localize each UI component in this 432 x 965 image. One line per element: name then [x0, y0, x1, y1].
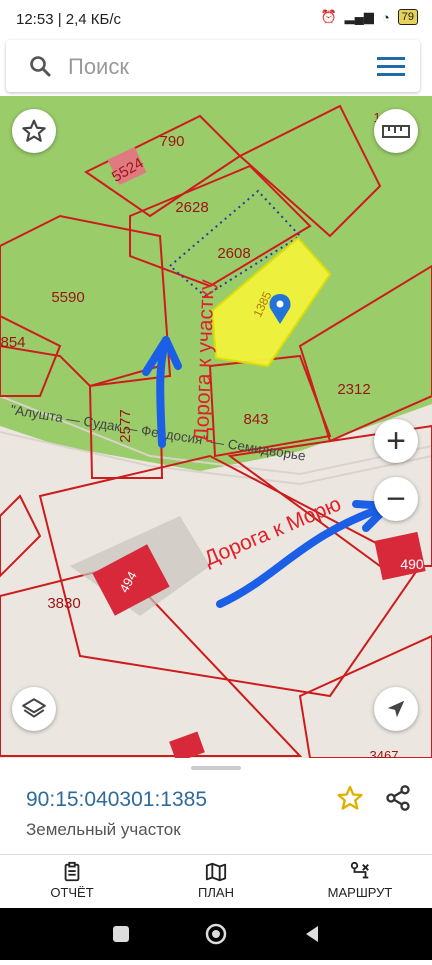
info-sheet[interactable]: 90:15:040301:1385 Земельный участок — [0, 758, 432, 854]
parcel-label-3467: 3467 — [370, 748, 399, 758]
tab-label: ОТЧЁТ — [50, 885, 94, 900]
parcel-label-854: 854 — [0, 334, 25, 351]
bottom-tabs: ОТЧЁТ ПЛАН МАРШРУТ — [0, 854, 432, 909]
zoom-out-button[interactable]: − — [374, 477, 418, 521]
parcel-label-5590: 5590 — [51, 289, 84, 306]
parcel-label-2628: 2628 — [175, 199, 208, 216]
ruler-icon[interactable] — [374, 109, 418, 153]
zoom-in-button[interactable]: + — [374, 419, 418, 463]
object-type: Земельный участок — [26, 820, 181, 839]
tab-plan[interactable]: ПЛАН — [156, 861, 276, 900]
tab-report[interactable]: ОТЧЁТ — [12, 861, 132, 900]
tab-route[interactable]: МАРШРУТ — [300, 861, 420, 900]
share-icon[interactable] — [384, 784, 412, 812]
wifi-icon: ◔ — [381, 9, 390, 25]
report-icon — [64, 861, 80, 882]
map-view[interactable]: 790 5524 2628 2608 1385 5590 854 2577 84… — [0, 96, 432, 758]
search-icon[interactable] — [28, 54, 52, 78]
battery-indicator: 79 — [397, 9, 418, 25]
status-bar: 12:53 | 2,4 КБ/с ⏰ ▂▄▆ ◔ 79 — [0, 0, 432, 40]
tab-label: МАРШРУТ — [327, 885, 393, 900]
search-input[interactable]: Поиск — [68, 54, 129, 80]
layers-icon[interactable] — [12, 687, 56, 731]
parcel-label-490: 490 — [400, 556, 424, 572]
my-location-icon[interactable] — [374, 687, 418, 731]
status-icons: ⏰ ▂▄▆ ◔ 79 — [320, 9, 418, 25]
route-icon — [350, 861, 369, 879]
search-bar[interactable]: Поиск — [6, 40, 420, 92]
alarm-icon: ⏰ — [320, 9, 337, 24]
favorite-icon[interactable] — [12, 109, 56, 153]
menu-icon[interactable] — [376, 54, 406, 78]
parcel-label-843: 843 — [243, 411, 268, 428]
parcel-label-2608: 2608 — [217, 245, 250, 262]
star-icon[interactable] — [336, 784, 364, 812]
signal-icon: ▂▄▆ — [344, 9, 374, 24]
map-icon — [205, 862, 227, 882]
system-nav-bar — [0, 908, 432, 960]
cadastral-number: 90:15:040301:1385 — [26, 788, 208, 811]
sheet-handle[interactable] — [191, 766, 241, 770]
tab-label: ПЛАН — [198, 885, 234, 900]
parcel-label-3830: 3830 — [47, 595, 80, 612]
status-time: 12:53 | 2,4 КБ/с — [16, 11, 122, 28]
parcel-label-790: 790 — [159, 133, 184, 150]
parcel-label-2312: 2312 — [337, 381, 370, 398]
recent-apps-icon[interactable] — [113, 926, 129, 942]
back-icon[interactable] — [306, 926, 318, 942]
